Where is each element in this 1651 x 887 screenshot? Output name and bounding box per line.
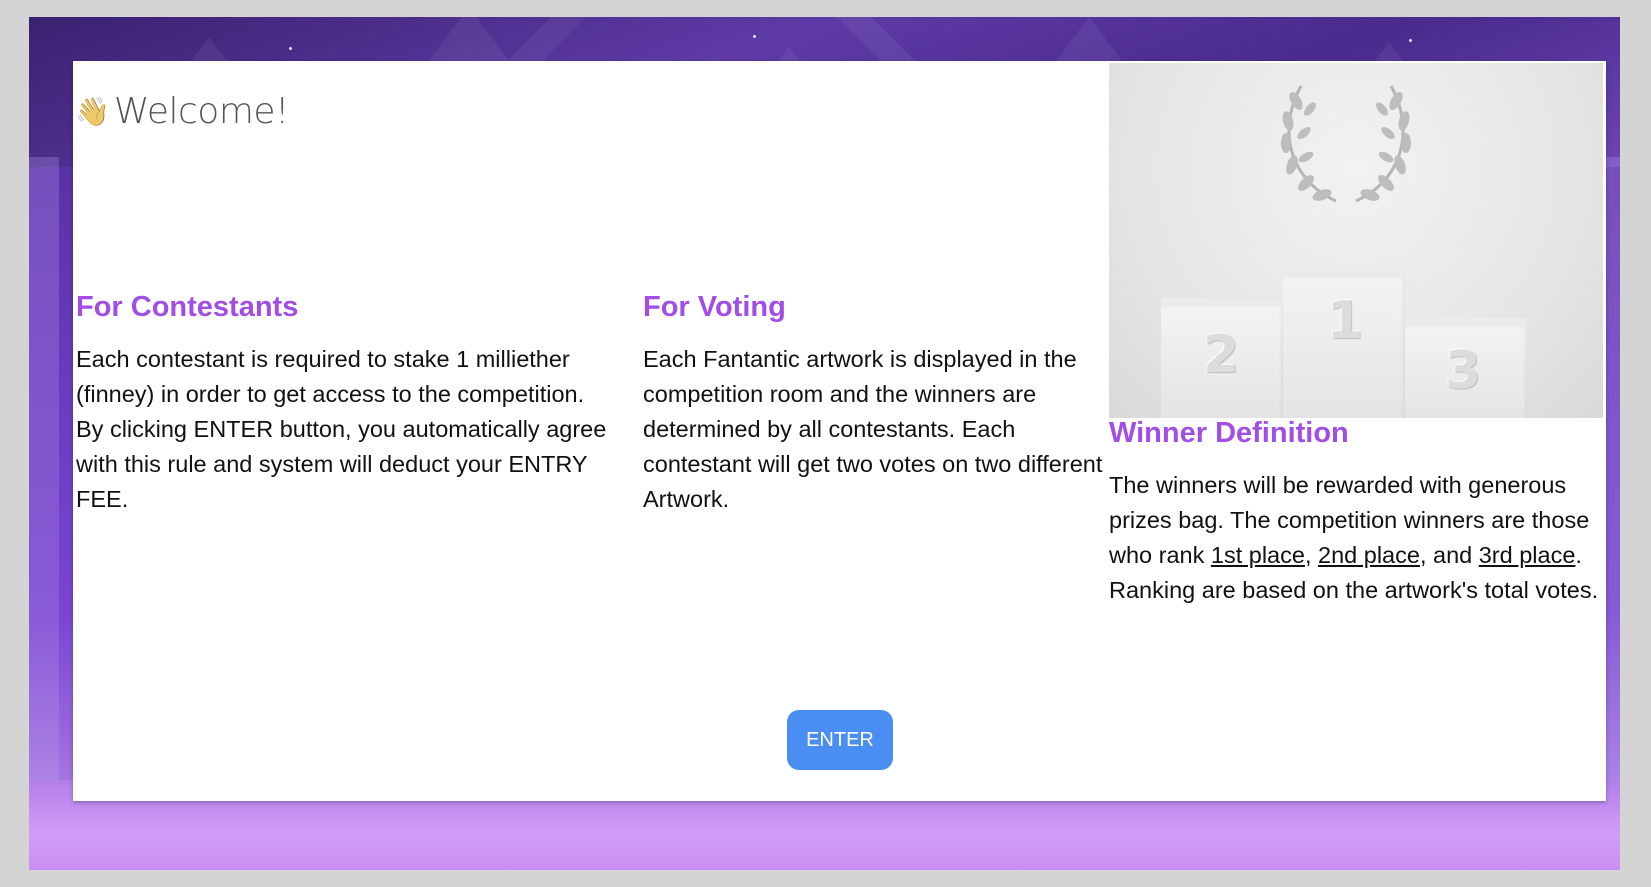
- podium-number-1: 1: [1327, 291, 1364, 351]
- first-place-link[interactable]: 1st place: [1211, 542, 1305, 568]
- stage-side-light-left: [29, 157, 59, 807]
- welcome-dialog: 👋 Welcome! For Contestants Each contesta…: [73, 61, 1606, 801]
- star-light: [1409, 39, 1412, 42]
- star-light: [289, 47, 292, 50]
- welcome-title: Welcome!: [113, 91, 290, 132]
- winner-separator: ,: [1304, 542, 1319, 568]
- voting-section: For Voting Each Fantantic artwork is dis…: [643, 291, 1113, 517]
- voting-body: Each Fantantic artwork is displayed in t…: [643, 346, 1103, 512]
- podium-top-3: [1405, 318, 1527, 326]
- second-place-link[interactable]: 2nd place: [1318, 542, 1420, 568]
- winner-section: Winner Definition The winners will be re…: [1109, 417, 1601, 608]
- welcome-header: 👋 Welcome!: [75, 91, 289, 132]
- winner-heading: Winner Definition: [1109, 417, 1349, 449]
- winner-separator: , and: [1419, 542, 1479, 568]
- waving-hand-icon: 👋: [75, 95, 110, 127]
- podium-top-2: [1161, 298, 1283, 306]
- enter-button[interactable]: ENTER: [787, 710, 893, 770]
- contestants-heading: For Contestants: [76, 291, 299, 323]
- star-light: [753, 35, 756, 38]
- podium-number-2: 2: [1203, 325, 1240, 385]
- contestants-section: For Contestants Each contestant is requi…: [76, 291, 616, 517]
- podium-image: 2 1 3: [1109, 63, 1603, 418]
- laurel-wreath-icon: [1281, 85, 1411, 203]
- third-place-link[interactable]: 3rd place: [1479, 542, 1576, 568]
- winner-body: The winners will be rewarded with genero…: [1109, 468, 1601, 608]
- podium-number-3: 3: [1445, 341, 1482, 401]
- voting-heading: For Voting: [643, 291, 786, 323]
- contestants-body: Each contestant is required to stake 1 m…: [76, 346, 607, 512]
